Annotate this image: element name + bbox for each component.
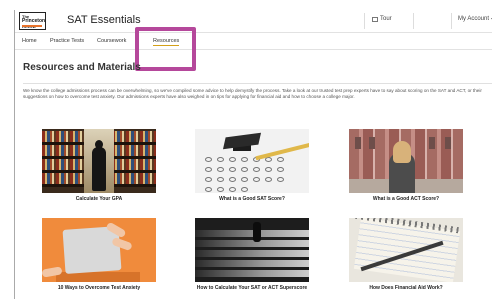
nav-home[interactable]: Home	[22, 38, 37, 44]
header-divider	[451, 13, 452, 29]
header-divider	[364, 13, 365, 29]
resource-card-test-anxiety[interactable]: 10 Ways to Overcome Test Anxiety	[42, 218, 156, 291]
resource-card-gpa[interactable]: Calculate Your GPA	[42, 129, 156, 202]
my-account-label: My Account	[458, 16, 490, 22]
resource-card-superscore[interactable]: How to Calculate Your SAT or ACT Supersc…	[195, 218, 309, 291]
tour-button[interactable]: Tour	[372, 16, 392, 22]
resource-title[interactable]: What is a Good ACT Score?	[349, 196, 463, 202]
tour-label: Tour	[380, 16, 392, 22]
top-bar: The Princeton Review SAT Essentials Tour…	[15, 10, 492, 32]
resource-title[interactable]: What is a Good SAT Score?	[195, 196, 309, 202]
my-account-menu[interactable]: My Account	[458, 16, 492, 22]
resource-title[interactable]: How Does Financial Aid Work?	[349, 285, 463, 291]
stairs-photo	[195, 218, 309, 282]
resource-card-act-score[interactable]: What is a Good ACT Score?	[349, 129, 463, 202]
nav-coursework[interactable]: Coursework	[97, 38, 126, 44]
resource-card-sat-score[interactable]: What is a Good SAT Score?	[195, 129, 309, 202]
intro-paragraph: We know the college admissions process c…	[23, 88, 482, 99]
highlight-box	[135, 27, 196, 71]
resource-title[interactable]: Calculate Your GPA	[42, 196, 156, 202]
princeton-review-logo[interactable]: The Princeton Review	[19, 12, 46, 30]
laptop-hands-photo	[42, 218, 156, 282]
header-divider	[413, 13, 414, 29]
chevron-down-icon	[491, 17, 492, 21]
notebook-pencil-photo	[349, 218, 463, 282]
resource-card-financial-aid[interactable]: How Does Financial Aid Work?	[349, 218, 463, 291]
library-student-photo	[42, 129, 156, 193]
tour-icon	[372, 16, 378, 22]
app-window: The Princeton Review SAT Essentials Tour…	[14, 10, 492, 299]
page-title: Resources and Materials	[23, 62, 141, 73]
nav-practice-tests[interactable]: Practice Tests	[50, 38, 84, 44]
divider	[23, 83, 492, 84]
resource-title[interactable]: How to Calculate Your SAT or ACT Supersc…	[195, 285, 309, 291]
logo-accent-bar	[22, 25, 42, 27]
main-nav: Home Practice Tests Coursework Resources	[15, 32, 492, 50]
app-title: SAT Essentials	[67, 14, 141, 26]
campus-student-photo	[349, 129, 463, 193]
resource-title[interactable]: 10 Ways to Overcome Test Anxiety	[42, 285, 156, 291]
graduation-cap-test-sheet-photo	[195, 129, 309, 193]
